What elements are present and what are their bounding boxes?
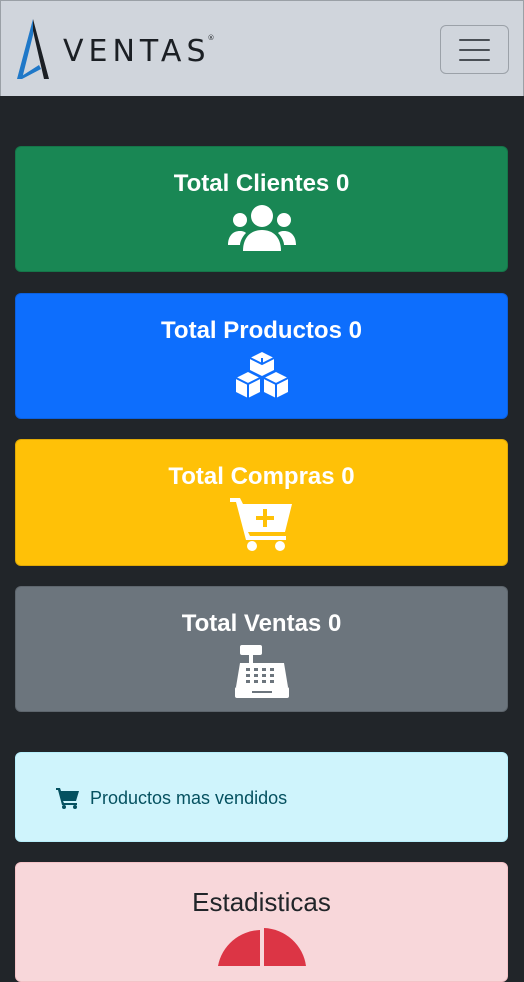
pie-chart [218, 928, 306, 966]
card-count: 0 [348, 317, 362, 344]
cart-plus-icon [16, 496, 507, 552]
card-total-ventas[interactable]: Total Ventas 0 [15, 586, 508, 712]
navbar-toggler-button[interactable] [440, 25, 509, 74]
cash-register-icon [16, 643, 507, 699]
registered-mark: ® [207, 33, 215, 42]
stats-title: Estadisticas [192, 887, 331, 917]
card-title-label: Total Clientes [173, 170, 330, 197]
card-title: Total Clientes 0 [16, 169, 507, 199]
stats-panel: Estadisticas [15, 862, 508, 982]
boxes-icon [16, 350, 507, 398]
card-title-label: Total Productos [161, 317, 342, 344]
brand-logo[interactable]: VENTAS® [15, 17, 214, 81]
navbar: VENTAS® [0, 0, 524, 96]
card-count: 0 [327, 610, 342, 637]
card-count: 0 [341, 463, 355, 490]
card-total-clientes[interactable]: Total Clientes 0 [15, 146, 508, 272]
ventas-logo-icon [17, 19, 49, 79]
top-products-header: Productos mas vendidos [56, 787, 287, 809]
hamburger-icon-bar [459, 58, 490, 61]
card-total-productos[interactable]: Total Productos 0 [15, 293, 508, 419]
users-icon [16, 203, 507, 253]
card-title-label: Total Ventas [181, 610, 322, 637]
card-title: Total Ventas 0 [16, 609, 507, 639]
top-products-panel[interactable]: Productos mas vendidos [15, 752, 508, 842]
top-products-label: Productos mas vendidos [90, 787, 288, 808]
card-count: 0 [335, 170, 350, 197]
card-total-compras[interactable]: Total Compras 0 [15, 439, 508, 566]
brand-name: VENTAS® [63, 33, 215, 69]
card-title: Total Productos 0 [16, 316, 507, 346]
card-title: Total Compras 0 [16, 462, 507, 492]
hamburger-icon-bar [459, 48, 490, 51]
shopping-cart-icon [56, 788, 79, 809]
hamburger-icon [459, 38, 490, 41]
card-title-label: Total Compras [168, 463, 335, 490]
